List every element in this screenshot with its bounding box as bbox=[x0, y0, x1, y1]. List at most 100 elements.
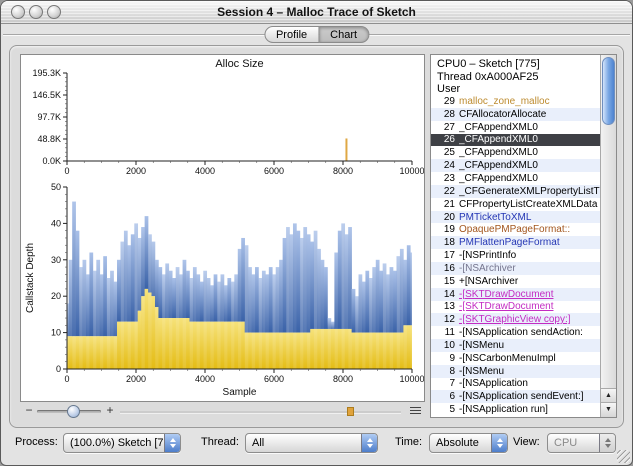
time-label: Time: bbox=[395, 436, 423, 448]
svg-text:Callstack Depth: Callstack Depth bbox=[25, 243, 36, 313]
callstack-row[interactable]: 23 _CFAppendXML0 bbox=[431, 172, 601, 185]
svg-text:4000: 4000 bbox=[195, 166, 215, 176]
row-number: 13 bbox=[443, 301, 455, 313]
callstack-row[interactable]: 24 _CFAppendXML0 bbox=[431, 159, 601, 173]
zoom-in-label[interactable]: + bbox=[105, 403, 115, 417]
callstack-row[interactable]: 16 -[NSArchiver bbox=[431, 261, 601, 275]
app-window: Session 4 – Malloc Trace of Sketch Profi… bbox=[0, 0, 633, 466]
row-label: -[NSApplication bbox=[459, 378, 528, 390]
svg-text:10000: 10000 bbox=[399, 374, 424, 384]
svg-text:48.8K: 48.8K bbox=[37, 134, 61, 144]
chart-panel: Alloc Size 195.3K 146.5K 97.7K 48.8K 0.0K 0 200… bbox=[20, 54, 425, 402]
row-number: 5 bbox=[449, 404, 455, 416]
row-number: 24 bbox=[443, 160, 455, 172]
callstack-row[interactable]: 20 PMTicketToXML bbox=[431, 210, 601, 224]
alloc-size-chart[interactable]: Alloc Size 195.3K 146.5K 97.7K 48.8K 0.0K0 200… bbox=[21, 55, 424, 179]
callstack-row[interactable]: 14 -[SKTDrawDocument bbox=[431, 287, 601, 301]
row-number: 21 bbox=[443, 198, 455, 210]
process-popup[interactable]: (100.0%) Sketch [77 bbox=[63, 433, 181, 453]
resize-grip[interactable] bbox=[617, 450, 630, 463]
row-label: -[NSMenu bbox=[459, 365, 505, 377]
svg-text:0: 0 bbox=[64, 166, 69, 176]
callstack-row[interactable]: 12 -[SKTGraphicView copy:] bbox=[431, 313, 601, 327]
title-bar[interactable]: Session 4 – Malloc Trace of Sketch bbox=[1, 1, 632, 24]
callstack-row[interactable]: 13 -[SKTDrawDocument bbox=[431, 301, 601, 314]
svg-text:50: 50 bbox=[51, 182, 61, 192]
row-label: OpaquePMPageFormat:: bbox=[459, 224, 571, 236]
row-label: CFAllocatorAllocate bbox=[459, 108, 547, 120]
row-label: PMTicketToXML bbox=[459, 211, 532, 223]
svg-text:10000: 10000 bbox=[399, 166, 424, 176]
callstack-row[interactable]: 27 _CFAppendXML0 bbox=[431, 121, 601, 134]
row-label: _CFAppendXML0 bbox=[459, 172, 538, 184]
callstack-row[interactable]: 25 _CFAppendXML0 bbox=[431, 146, 601, 159]
grid-lines-icon[interactable] bbox=[409, 405, 422, 416]
svg-text:0: 0 bbox=[64, 374, 69, 384]
callstack-row[interactable]: 18 PMFlattenPageFormat bbox=[431, 236, 601, 250]
callstack-row[interactable]: 8 -[NSMenu bbox=[431, 364, 601, 378]
callstack-row[interactable]: 7 -[NSApplication bbox=[431, 378, 601, 391]
callstack-row[interactable]: 29 malloc_zone_malloc bbox=[431, 95, 601, 108]
close-button[interactable] bbox=[11, 5, 25, 19]
tab-chart[interactable]: Chart bbox=[319, 26, 370, 43]
time-popup[interactable]: Absolute bbox=[429, 433, 508, 453]
svg-text:2000: 2000 bbox=[126, 166, 146, 176]
callstack-row[interactable]: 5 -[NSApplication run] bbox=[431, 403, 601, 416]
view-popup[interactable]: CPU bbox=[547, 433, 616, 453]
svg-text:20: 20 bbox=[51, 291, 61, 301]
cpu-process-line: CPU0 – Sketch [775] bbox=[437, 58, 540, 70]
content-area: Alloc Size 195.3K 146.5K 97.7K 48.8K 0.0K 0 200… bbox=[9, 45, 624, 428]
popup-arrows-icon bbox=[361, 434, 377, 452]
callstack-row[interactable]: 11 -[NSApplication sendAction: bbox=[431, 326, 601, 339]
minimize-button[interactable] bbox=[29, 5, 43, 19]
row-label: malloc_zone_malloc bbox=[459, 95, 550, 107]
callstack-row[interactable]: 22 _CFGenerateXMLPropertyListT bbox=[431, 184, 601, 198]
row-label: -[NSMenu bbox=[459, 339, 505, 351]
process-label: Process: bbox=[15, 436, 58, 448]
row-label: -[NSPrintInfo bbox=[459, 250, 517, 262]
thread-popup[interactable]: All bbox=[245, 433, 378, 453]
callstack-row[interactable]: 19 OpaquePMPageFormat:: bbox=[431, 223, 601, 236]
scroll-up-icon[interactable]: ▲ bbox=[601, 388, 616, 403]
callstack-row[interactable]: 6 -[NSApplication sendEvent:] bbox=[431, 390, 601, 404]
zoom-slider-thumb[interactable] bbox=[67, 405, 80, 418]
row-label: _CFAppendXML0 bbox=[459, 121, 538, 133]
callstack-row[interactable]: 10 -[NSMenu bbox=[431, 339, 601, 352]
row-number: 17 bbox=[443, 250, 455, 262]
row-number: 10 bbox=[443, 339, 455, 351]
view-popup-value: CPU bbox=[554, 437, 578, 449]
timeline-track[interactable] bbox=[120, 411, 401, 413]
row-number: 26 bbox=[443, 134, 455, 146]
row-number: 19 bbox=[443, 224, 455, 236]
row-label: -[NSApplication sendEvent:] bbox=[459, 391, 584, 403]
row-label: _CFAppendXML0 bbox=[459, 134, 538, 146]
callstack-depth-chart[interactable]: 0 10 20 30 40 50 0 2000 4000 6000 8000 10000 Sample C… bbox=[21, 179, 424, 401]
zoom-out-label[interactable]: − bbox=[24, 403, 34, 417]
tab-profile[interactable]: Profile bbox=[263, 26, 320, 43]
row-number: 28 bbox=[443, 108, 455, 120]
row-number: 22 bbox=[443, 185, 455, 197]
row-number: 18 bbox=[443, 237, 455, 249]
callstack-row[interactable]: 28 CFAllocatorAllocate bbox=[431, 107, 601, 121]
svg-text:10: 10 bbox=[51, 328, 61, 338]
callstack-header: CPU0 – Sketch [775] Thread 0xA000AF25 Us… bbox=[437, 58, 598, 96]
callstack-row[interactable]: 9 -[NSCarbonMenuImpl bbox=[431, 352, 601, 365]
row-number: 9 bbox=[449, 352, 455, 364]
callstack-row[interactable]: 17 -[NSPrintInfo bbox=[431, 249, 601, 262]
callstack-row[interactable]: 26 _CFAppendXML0 bbox=[431, 133, 601, 147]
row-label: -[NSArchiver bbox=[459, 262, 516, 274]
row-number: 15 bbox=[443, 275, 455, 287]
zoom-button[interactable] bbox=[47, 5, 61, 19]
view-label: View: bbox=[513, 436, 540, 448]
zoom-slider-track[interactable] bbox=[37, 405, 101, 418]
vertical-scrollbar[interactable]: ▲ ▼ bbox=[600, 55, 616, 417]
popup-arrows-icon bbox=[164, 434, 180, 452]
scroll-down-icon[interactable]: ▼ bbox=[601, 402, 616, 417]
callstack-row[interactable]: 21 CFPropertyListCreateXMLData bbox=[431, 198, 601, 211]
svg-text:40: 40 bbox=[51, 218, 61, 228]
svg-text:Alloc Size: Alloc Size bbox=[215, 58, 263, 70]
row-number: 23 bbox=[443, 172, 455, 184]
callstack-row[interactable]: 15 +[NSArchiver bbox=[431, 275, 601, 288]
popup-arrows-icon bbox=[599, 434, 615, 452]
scrollbar-thumb[interactable] bbox=[602, 57, 615, 125]
